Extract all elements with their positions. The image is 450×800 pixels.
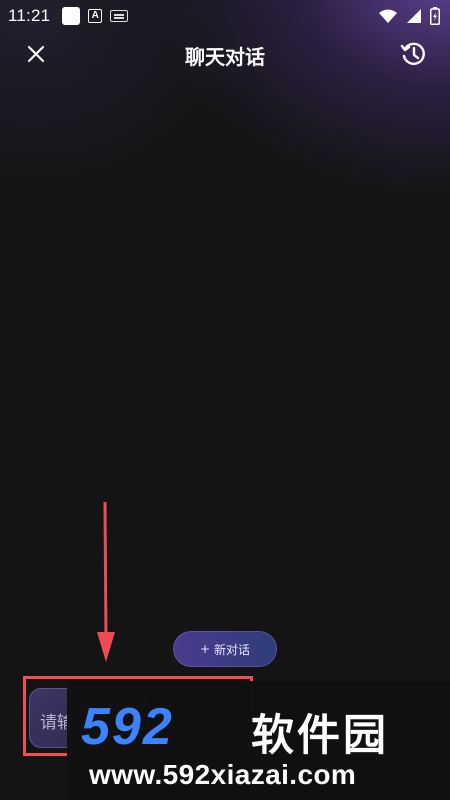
watermark-digits: 592 — [81, 698, 174, 756]
status-right-icons — [378, 7, 440, 25]
plus-icon: + — [199, 642, 211, 656]
history-button[interactable] — [398, 38, 430, 70]
a-icon: A — [88, 9, 103, 23]
battery-icon — [430, 7, 440, 25]
history-icon — [400, 42, 425, 65]
header: 聊天对话 — [0, 32, 450, 76]
wifi-icon — [379, 9, 397, 23]
watermark-site-name: 软件园 — [251, 711, 389, 761]
status-time: 11:21 — [8, 6, 51, 25]
status-bar: 11:21 A — [0, 0, 450, 32]
watermark: 592 软件园 www.592xiazai.com — [67, 681, 450, 800]
watermark-url: www.592xiazai.com — [89, 759, 357, 790]
keyboard-icon — [110, 10, 129, 22]
page-title: 聊天对话 — [185, 45, 265, 69]
app-square-icon — [62, 7, 81, 25]
new-chat-button[interactable]: + 新对话 — [173, 631, 277, 667]
signal-icon — [407, 9, 421, 23]
app-screen: 11:21 A 聊天对话 + 新对话 请输 592 软件园 www.592xia… — [0, 0, 450, 800]
new-chat-label: 新对话 — [214, 642, 251, 657]
annotation-arrow — [97, 502, 115, 662]
status-left-icons: A — [62, 7, 129, 25]
